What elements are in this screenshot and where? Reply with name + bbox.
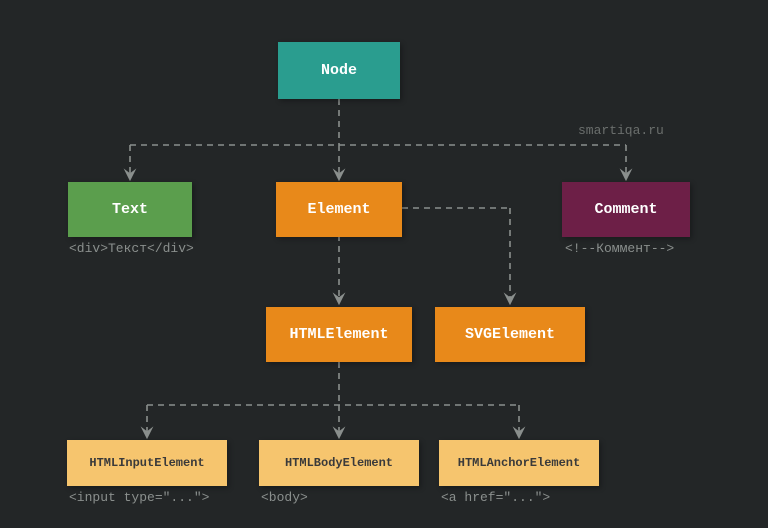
box-comment: Comment <box>562 182 690 237</box>
box-node: Node <box>278 42 400 99</box>
box-htmlinputelement: HTMLInputElement <box>67 440 227 486</box>
box-htmlanchorelement: HTMLAnchorElement <box>439 440 599 486</box>
caption-comment: <!--Коммент--> <box>565 241 674 256</box>
box-svgelement: SVGElement <box>435 307 585 362</box>
caption-input: <input type="..."> <box>69 490 209 505</box>
caption-body: <body> <box>261 490 308 505</box>
caption-text: <div>Текст</div> <box>69 241 194 256</box>
watermark: smartiqa.ru <box>578 123 664 138</box>
box-text: Text <box>68 182 192 237</box>
caption-anchor: <a href="..."> <box>441 490 550 505</box>
box-element: Element <box>276 182 402 237</box>
box-htmlbodyelement: HTMLBodyElement <box>259 440 419 486</box>
box-htmlelement: HTMLElement <box>266 307 412 362</box>
